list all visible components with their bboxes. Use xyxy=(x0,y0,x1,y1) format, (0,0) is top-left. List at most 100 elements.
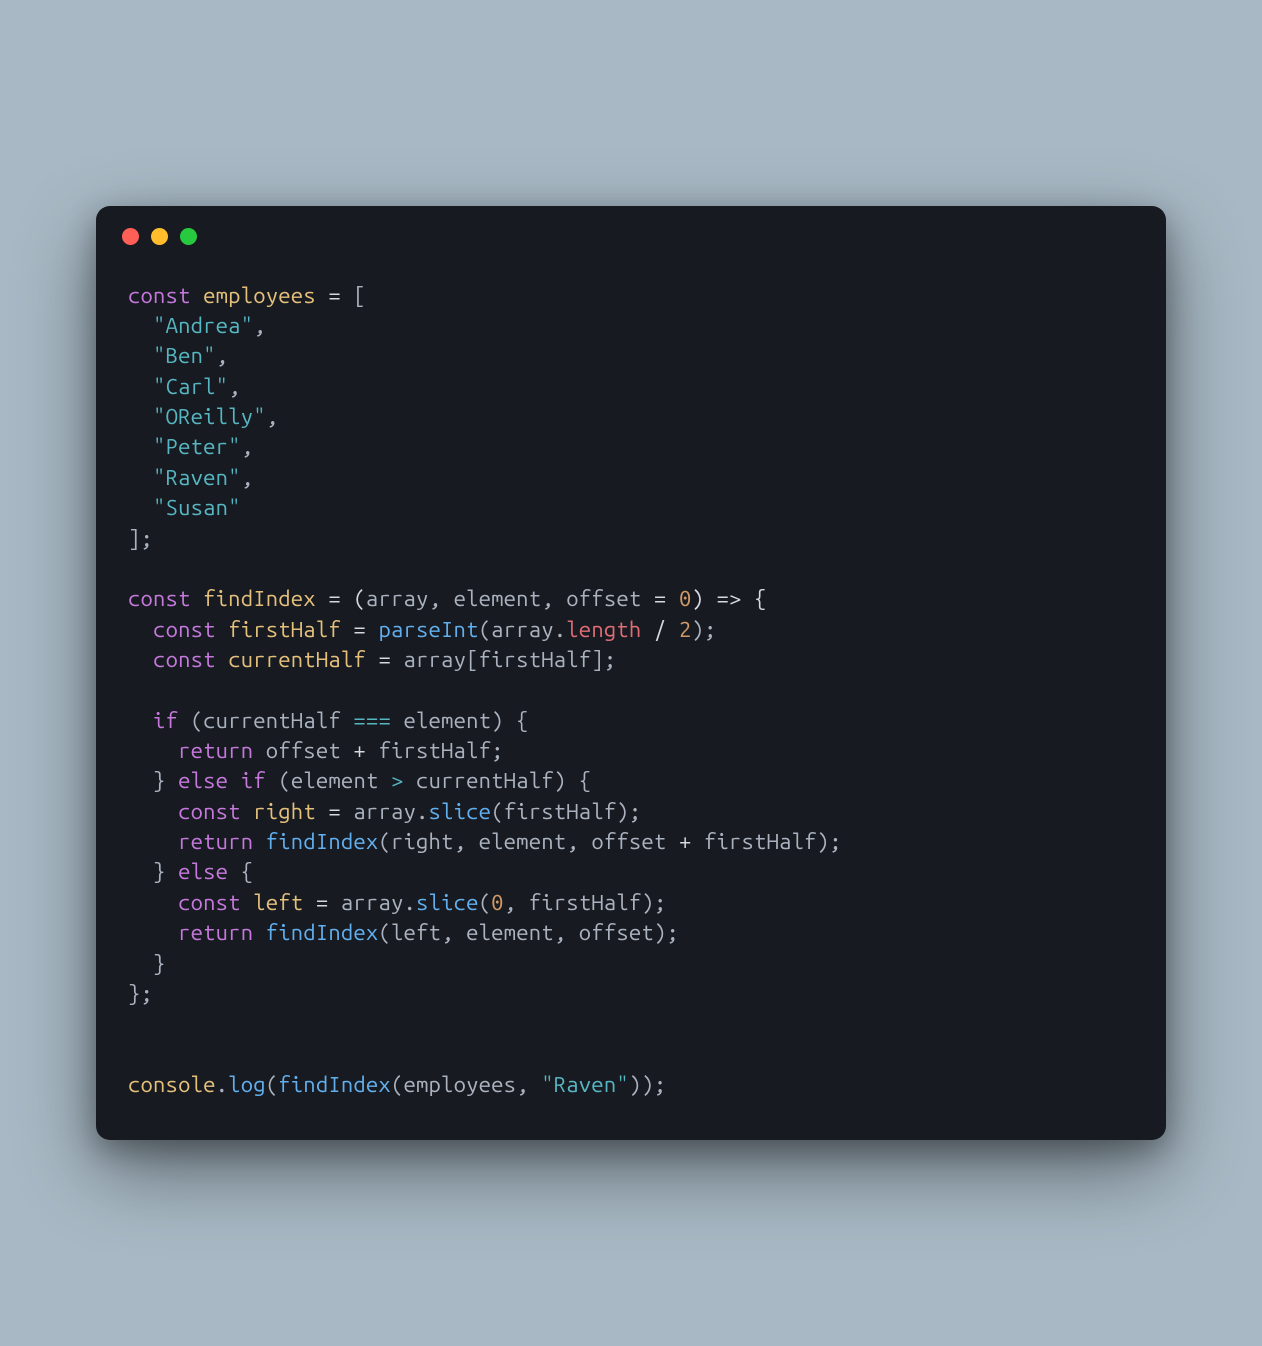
ref-left: left xyxy=(391,920,441,945)
arrow-suffix: ) => { xyxy=(691,586,766,611)
op-eq: = xyxy=(316,799,354,824)
ref-element: element xyxy=(466,920,554,945)
punc-rparen-rparen-semi: )); xyxy=(629,1072,667,1097)
punc-lparen: ( xyxy=(378,920,391,945)
punc-rparen-lbrace: ) { xyxy=(554,768,592,793)
punc-semi: ; xyxy=(141,981,154,1006)
punc-comma: , xyxy=(241,465,254,490)
op-plus: + xyxy=(341,738,379,763)
keyword-if: if xyxy=(153,708,178,733)
ident-left: left xyxy=(253,890,303,915)
op-plus: + xyxy=(666,829,704,854)
arrow-open: = ( xyxy=(316,586,366,611)
op-eq: = xyxy=(316,283,354,308)
code-editor[interactable]: const employees = [ "Andrea", "Ben", "Ca… xyxy=(96,251,1166,1141)
punc-comma: , xyxy=(253,313,266,338)
ref-array: array xyxy=(353,799,416,824)
punc-comma: , xyxy=(429,586,454,611)
ref-firsthalf: firstHalf xyxy=(529,890,642,915)
ref-element: element xyxy=(404,708,492,733)
keyword-const: const xyxy=(128,586,191,611)
ref-firsthalf: firstHalf xyxy=(479,647,592,672)
ref-firsthalf: firstHalf xyxy=(704,829,817,854)
punc-lparen: ( xyxy=(191,708,204,733)
punc-comma: , xyxy=(216,343,229,368)
code-window: const employees = [ "Andrea", "Ben", "Ca… xyxy=(96,206,1166,1141)
punc-comma: , xyxy=(228,374,241,399)
str-peter: "Peter" xyxy=(153,434,241,459)
ref-array: array xyxy=(403,647,466,672)
ref-array: array xyxy=(491,617,554,642)
ref-employees: employees xyxy=(403,1072,516,1097)
ref-offset: offset xyxy=(579,920,654,945)
num-zero: 0 xyxy=(491,890,504,915)
op-eq: = xyxy=(366,647,404,672)
ref-currenthalf: currentHalf xyxy=(416,768,554,793)
punc-dot: . xyxy=(416,799,429,824)
ref-currenthalf: currentHalf xyxy=(203,708,341,733)
punc-rbrace: } xyxy=(153,768,166,793)
param-offset: offset xyxy=(566,586,641,611)
str-oreilly: "OReilly" xyxy=(153,404,266,429)
punc-lbrace: { xyxy=(241,859,254,884)
punc-rparen-semi: ); xyxy=(616,799,641,824)
ident-right: right xyxy=(253,799,316,824)
fn-slice: slice xyxy=(429,799,492,824)
punc-lparen: ( xyxy=(479,617,492,642)
ident-firsthalf: firstHalf xyxy=(228,617,341,642)
punc-dot: . xyxy=(216,1072,229,1097)
punc-lbracket: [ xyxy=(466,647,479,672)
punc-rbracket: ] xyxy=(591,647,604,672)
keyword-const: const xyxy=(178,799,241,824)
punc-lparen: ( xyxy=(479,890,492,915)
str-carl: "Carl" xyxy=(153,374,228,399)
window-titlebar xyxy=(96,206,1166,251)
punc-comma: , xyxy=(241,434,254,459)
punc-rbrace: } xyxy=(153,951,166,976)
punc-semi: ; xyxy=(491,738,504,763)
op-eq: = xyxy=(341,617,379,642)
ref-element: element xyxy=(479,829,567,854)
keyword-const: const xyxy=(153,647,216,672)
op-gt: > xyxy=(378,768,416,793)
zoom-icon[interactable] xyxy=(180,228,197,245)
str-raven-arg: "Raven" xyxy=(541,1072,629,1097)
punc-comma: , xyxy=(566,829,591,854)
ref-firsthalf: firstHalf xyxy=(378,738,491,763)
ref-right: right xyxy=(391,829,454,854)
punc-rparen-lbrace: ) { xyxy=(491,708,529,733)
ident-employees: employees xyxy=(203,283,316,308)
fn-findindex: findIndex xyxy=(266,829,379,854)
fn-findindex: findIndex xyxy=(278,1072,391,1097)
keyword-const: const xyxy=(128,283,191,308)
minimize-icon[interactable] xyxy=(151,228,168,245)
ref-offset: offset xyxy=(591,829,666,854)
punc-rparen-semi: ); xyxy=(641,890,666,915)
punc-rbrace: } xyxy=(128,981,141,1006)
str-ben: "Ben" xyxy=(153,343,216,368)
punc-lbracket: [ xyxy=(353,283,366,308)
op-div: / xyxy=(641,617,679,642)
close-icon[interactable] xyxy=(122,228,139,245)
keyword-else: else xyxy=(178,768,228,793)
obj-console: console xyxy=(128,1072,216,1097)
str-susan: "Susan" xyxy=(153,495,241,520)
punc-comma: , xyxy=(516,1072,541,1097)
param-element: element xyxy=(454,586,542,611)
punc-rparen-semi: ); xyxy=(817,829,842,854)
param-array: array xyxy=(366,586,429,611)
punc-dot: . xyxy=(554,617,567,642)
fn-findindex: findIndex xyxy=(266,920,379,945)
num-zero: 0 xyxy=(679,586,692,611)
punc-rparen-semi: ); xyxy=(692,617,717,642)
ident-findindex: findIndex xyxy=(203,586,316,611)
keyword-return: return xyxy=(178,920,253,945)
fn-log: log xyxy=(228,1072,266,1097)
punc-lparen: ( xyxy=(391,1072,404,1097)
punc-lparen: ( xyxy=(491,799,504,824)
op-eq: = xyxy=(641,586,679,611)
keyword-else: else xyxy=(178,859,228,884)
fn-parseint: parseInt xyxy=(378,617,478,642)
punc-comma: , xyxy=(554,920,579,945)
punc-comma: , xyxy=(266,404,279,429)
